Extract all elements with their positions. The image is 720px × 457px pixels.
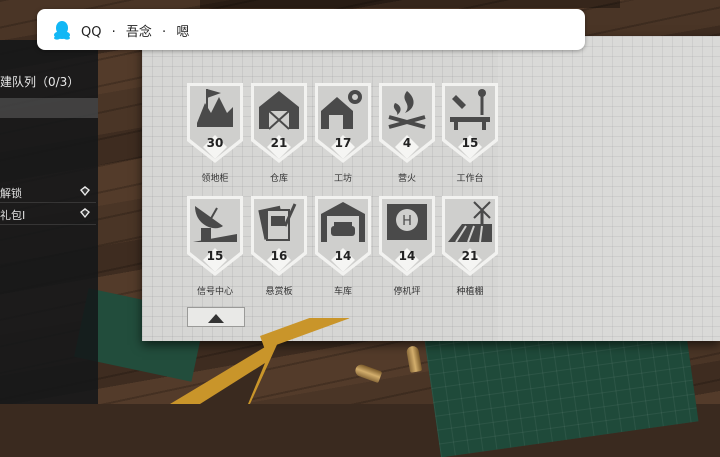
workbench-tools-icon — [442, 83, 498, 163]
helipad-icon: H — [379, 196, 435, 276]
territory-flag-icon — [187, 83, 243, 163]
queue-slot-highlight[interactable] — [0, 98, 98, 118]
qq-notification[interactable]: QQ · 吾念 · 嗯 — [37, 9, 585, 50]
building-name: 工作台 — [456, 174, 484, 184]
sidebar-item-unlock[interactable]: 解锁 — [0, 182, 96, 203]
building-level: 15 — [461, 136, 479, 150]
top-shadow — [200, 0, 620, 8]
farm-windmill-icon — [442, 196, 498, 276]
workshop-icon — [315, 83, 371, 163]
diamond-gem-icon — [80, 186, 90, 196]
diamond-gem-icon — [80, 208, 90, 218]
sidebar-item-pack[interactable]: 礼包I — [0, 204, 96, 225]
qq-penguin-icon — [54, 21, 70, 40]
notification-sender: 吾念 — [125, 25, 152, 40]
building-level: 21 — [270, 136, 288, 150]
building-level: 15 — [206, 249, 224, 263]
build-queue-title: 建队列（0/3） — [0, 75, 80, 89]
radar-dish-icon — [187, 196, 243, 276]
separator: · — [162, 25, 167, 40]
building-level: 14 — [398, 249, 416, 263]
notification-message: 嗯 — [176, 25, 190, 40]
building-level: 14 — [334, 249, 352, 263]
sidebar-item-label: 解锁 — [0, 187, 22, 200]
svg-text:H: H — [402, 214, 412, 229]
building-level: 17 — [334, 136, 352, 150]
building-level: 30 — [206, 136, 224, 150]
separator: · — [111, 25, 116, 40]
building-level: 21 — [461, 249, 479, 263]
building-level: 4 — [402, 136, 412, 150]
barn-icon — [251, 83, 307, 163]
building-name: 种植棚 — [456, 287, 484, 297]
building-level: 16 — [270, 249, 288, 263]
garage-car-icon — [315, 196, 371, 276]
notification-app: QQ — [81, 25, 102, 40]
campfire-icon — [379, 83, 435, 163]
build-queue-sidebar: 建队列（0/3） 解锁 礼包I — [0, 40, 98, 404]
set-square-ruler — [170, 318, 350, 404]
bounty-board-icon — [251, 196, 307, 276]
notification-text: QQ · 吾念 · 嗯 — [81, 21, 189, 40]
sidebar-item-label: 礼包I — [0, 209, 26, 222]
